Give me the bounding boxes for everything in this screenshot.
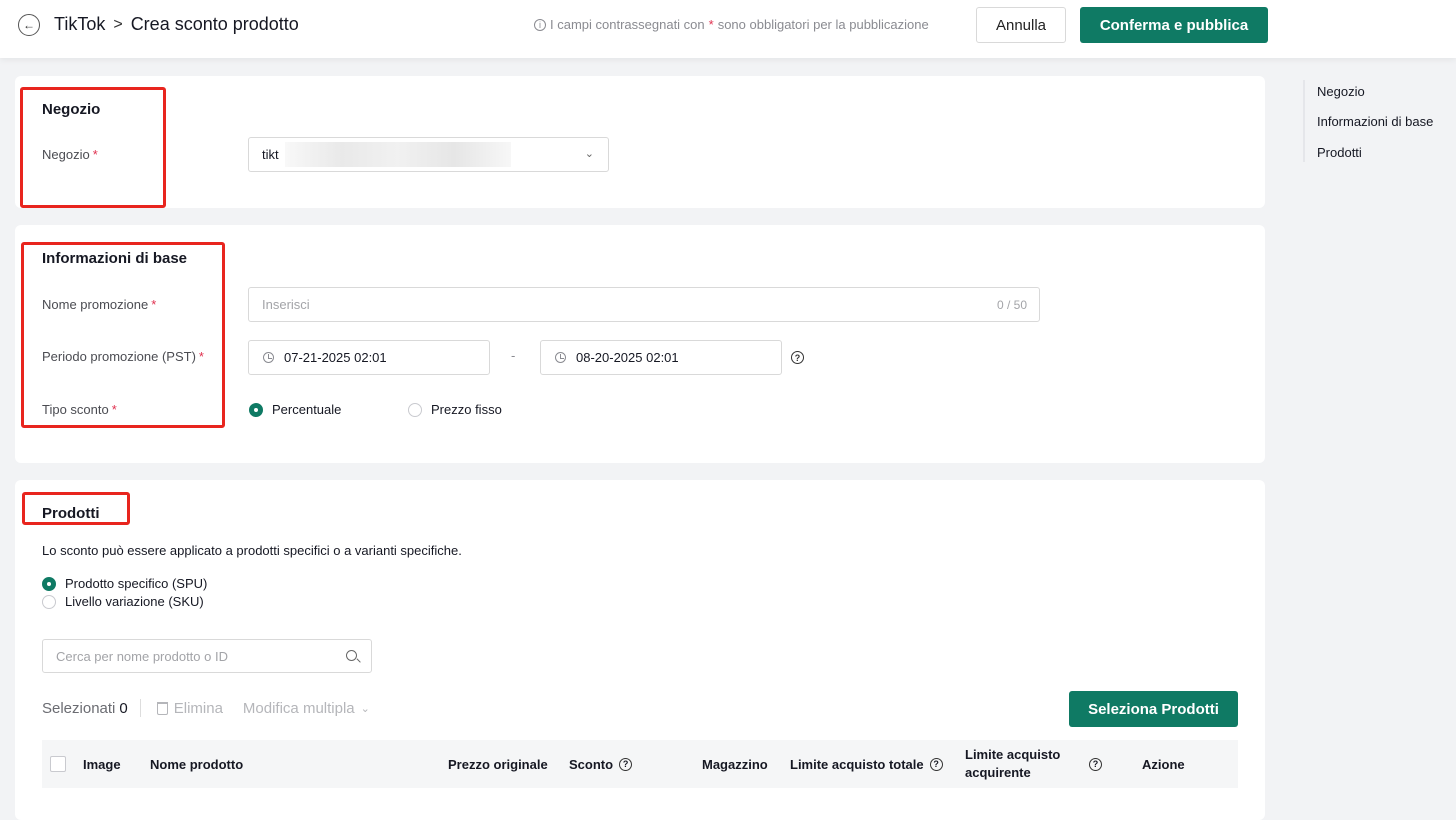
radio-selected[interactable] bbox=[249, 402, 263, 417]
promotion-name-label: Nome promozione * bbox=[42, 297, 156, 312]
page-header: ← TikTok > Crea sconto prodotto i I camp… bbox=[0, 0, 1456, 58]
column-buyer-limit: Limite acquisto acquirente? bbox=[965, 740, 1115, 788]
promotion-name-label-text: Nome promozione bbox=[42, 297, 149, 312]
toolbar-divider bbox=[139, 699, 141, 717]
promotion-period-label-text: Periodo promozione (PST) bbox=[42, 349, 196, 364]
column-buyer-limit-label: Limite acquisto acquirente bbox=[965, 747, 1061, 780]
start-date-input[interactable]: 07-21-2025 02:01 bbox=[248, 340, 490, 375]
shop-label: Negozio * bbox=[42, 147, 98, 162]
anchor-nav: Negozio Informazioni di base Prodotti bbox=[1303, 80, 1433, 162]
radio-label: Percentuale bbox=[272, 402, 342, 417]
scope-spu-option[interactable]: Prodotto specifico (SPU) bbox=[42, 576, 207, 591]
bulk-edit-dropdown[interactable]: Modifica multipla ⌄ bbox=[243, 700, 370, 717]
basic-section-title: Informazioni di base bbox=[42, 250, 188, 267]
products-section-title: Prodotti bbox=[42, 505, 100, 522]
bulk-toolbar: Selezionati 0 Elimina Modifica multipla … bbox=[42, 699, 370, 717]
help-icon[interactable]: ? bbox=[1089, 757, 1102, 771]
trash-icon bbox=[156, 701, 168, 715]
chevron-down-icon: ⌄ bbox=[360, 702, 370, 715]
column-discount-label: Sconto bbox=[569, 756, 614, 772]
column-image: Image bbox=[83, 740, 121, 788]
breadcrumb: TikTok > Crea sconto prodotto bbox=[54, 14, 299, 35]
shop-label-text: Negozio bbox=[42, 147, 90, 162]
search-icon[interactable] bbox=[346, 650, 357, 661]
column-action-label: Azione bbox=[1142, 756, 1185, 772]
column-stock-label: Magazzino bbox=[702, 756, 768, 772]
basic-info-card: Informazioni di base Nome promozione * In… bbox=[15, 225, 1265, 463]
discount-type-fixed-price[interactable]: Prezzo fisso bbox=[408, 402, 502, 417]
select-all-checkbox[interactable] bbox=[50, 756, 66, 772]
radio-label: Prezzo fisso bbox=[431, 402, 502, 417]
shop-select[interactable]: tikt ⌄ bbox=[248, 137, 609, 172]
column-stock: Magazzino bbox=[702, 740, 768, 788]
clock-icon bbox=[555, 352, 566, 363]
back-arrow-icon[interactable]: ← bbox=[18, 14, 40, 36]
shop-select-value: tikt bbox=[262, 147, 279, 162]
end-date-input[interactable]: 08-20-2025 02:01 bbox=[540, 340, 782, 375]
end-date-value: 08-20-2025 02:01 bbox=[576, 350, 679, 365]
required-hint: i I campi contrassegnati con * sono obbl… bbox=[534, 17, 929, 32]
products-card: Prodotti Lo sconto può essere applicato … bbox=[15, 480, 1265, 820]
discount-type-label-text: Tipo sconto bbox=[42, 402, 109, 417]
shop-section-title: Negozio bbox=[42, 101, 101, 118]
scope-sku-option[interactable]: Livello variazione (SKU) bbox=[42, 594, 204, 609]
hint-star: * bbox=[708, 17, 714, 32]
hint-prefix: I campi contrassegnati con bbox=[550, 17, 705, 32]
discount-type-label: Tipo sconto * bbox=[42, 402, 117, 417]
required-star: * bbox=[92, 147, 98, 162]
chevron-down-icon: ⌄ bbox=[584, 148, 594, 160]
anchor-item-shop[interactable]: Negozio bbox=[1317, 84, 1365, 99]
column-total-limit: Limite acquisto totale? bbox=[790, 740, 943, 788]
radio-label: Prodotto specifico (SPU) bbox=[65, 576, 208, 591]
products-description: Lo sconto può essere applicato a prodott… bbox=[42, 543, 462, 558]
anchor-item-basic-info[interactable]: Informazioni di base bbox=[1317, 114, 1433, 129]
column-image-label: Image bbox=[83, 756, 121, 772]
required-star: * bbox=[198, 349, 204, 364]
select-products-button[interactable]: Seleziona Prodotti bbox=[1069, 691, 1238, 727]
promotion-name-placeholder: Inserisci bbox=[262, 297, 310, 312]
products-table-header: Image Nome prodotto Prezzo originale Sco… bbox=[42, 740, 1238, 788]
page-title: Crea sconto prodotto bbox=[130, 14, 299, 34]
radio-label: Livello variazione (SKU) bbox=[65, 594, 204, 609]
breadcrumb-root[interactable]: TikTok bbox=[54, 14, 105, 35]
discount-type-percentage[interactable]: Percentuale bbox=[249, 402, 341, 417]
column-action: Azione bbox=[1142, 740, 1185, 788]
column-product-name-label: Nome prodotto bbox=[150, 756, 244, 772]
shop-card: Negozio Negozio * tikt ⌄ bbox=[15, 76, 1265, 208]
search-placeholder: Cerca per nome prodotto o ID bbox=[56, 648, 228, 664]
radio-unselected[interactable] bbox=[408, 402, 422, 417]
redacted-shop-name bbox=[285, 142, 511, 167]
help-icon[interactable]: ? bbox=[791, 351, 804, 364]
clock-icon bbox=[263, 352, 274, 363]
cancel-button[interactable]: Annulla bbox=[976, 7, 1066, 43]
column-original-price-label: Prezzo originale bbox=[448, 756, 548, 772]
breadcrumb-separator: > bbox=[113, 15, 123, 33]
column-total-limit-label: Limite acquisto totale bbox=[790, 756, 924, 772]
delete-label: Elimina bbox=[173, 699, 223, 717]
start-date-value: 07-21-2025 02:01 bbox=[284, 350, 387, 365]
product-search-input[interactable]: Cerca per nome prodotto o ID bbox=[42, 639, 372, 673]
hint-suffix: sono obbligatori per la pubblicazione bbox=[717, 17, 929, 32]
help-icon[interactable]: ? bbox=[929, 757, 943, 771]
column-original-price: Prezzo originale bbox=[448, 740, 548, 788]
anchor-item-products[interactable]: Prodotti bbox=[1317, 145, 1362, 160]
promotion-period-label: Periodo promozione (PST) * bbox=[42, 349, 204, 364]
select-all-checkbox-cell bbox=[50, 740, 66, 788]
delete-button[interactable]: Elimina bbox=[156, 699, 223, 717]
column-product-name: Nome prodotto bbox=[150, 740, 243, 788]
column-discount: Sconto? bbox=[569, 740, 633, 788]
required-star: * bbox=[111, 402, 117, 417]
publish-button[interactable]: Conferma e pubblica bbox=[1080, 7, 1268, 43]
promotion-name-input[interactable]: Inserisci 0 / 50 bbox=[248, 287, 1040, 322]
date-range-separator: - bbox=[511, 348, 516, 363]
selected-count: 0 bbox=[119, 699, 128, 717]
char-counter: 0 / 50 bbox=[996, 298, 1027, 312]
help-icon[interactable]: ? bbox=[619, 757, 633, 771]
radio-unselected[interactable] bbox=[42, 594, 56, 609]
selected-label: Selezionati bbox=[42, 699, 116, 717]
required-star: * bbox=[151, 297, 157, 312]
radio-selected[interactable] bbox=[42, 576, 56, 591]
info-icon: i bbox=[534, 18, 546, 31]
bulk-edit-label: Modifica multipla bbox=[242, 699, 355, 717]
